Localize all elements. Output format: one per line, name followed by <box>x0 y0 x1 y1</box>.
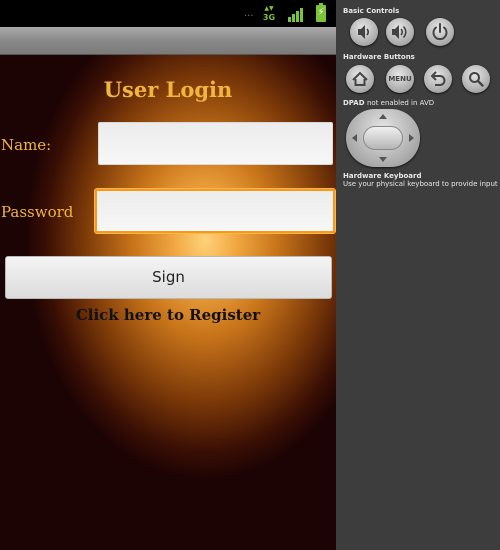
status-dots: ... <box>244 8 254 19</box>
menu-button[interactable]: MENU <box>386 65 414 93</box>
dpad-title: DPAD <box>343 99 365 107</box>
home-icon <box>352 71 368 86</box>
signal-strength-icon <box>286 6 306 22</box>
dpad-control[interactable] <box>346 109 420 167</box>
register-link[interactable]: Click here to Register <box>0 306 336 324</box>
password-label: Password <box>1 203 74 221</box>
emulator-controls-panel: Basic Controls Hardware Buttons MENU DPA… <box>336 0 500 550</box>
name-label: Name: <box>1 136 52 154</box>
volume-down-button[interactable] <box>350 18 378 46</box>
dpad-heading: DPAD not enabled in AVD <box>343 99 434 107</box>
login-screen: User Login Name: Password Sign Click her… <box>0 55 336 550</box>
power-icon <box>432 23 448 41</box>
3g-data-icon: ▲▼ 3G <box>262 5 276 23</box>
page-title: User Login <box>103 77 233 102</box>
phone-screen: ... ▲▼ 3G ⚡ User Login Name: Password Si… <box>0 0 336 550</box>
power-button[interactable] <box>426 18 454 46</box>
search-button[interactable] <box>462 65 490 93</box>
hardware-buttons-heading: Hardware Buttons <box>343 53 415 61</box>
sign-button[interactable]: Sign <box>5 256 332 299</box>
menu-icon: MENU <box>388 75 412 83</box>
basic-controls-heading: Basic Controls <box>343 7 400 15</box>
dpad-note: not enabled in AVD <box>366 99 435 107</box>
home-button[interactable] <box>346 65 374 93</box>
hardware-keyboard-heading: Hardware Keyboard <box>343 172 422 180</box>
status-bar: ... ▲▼ 3G ⚡ <box>0 0 336 27</box>
volume-up-button[interactable] <box>386 18 414 46</box>
back-button[interactable] <box>424 65 452 93</box>
volume-down-icon <box>358 25 370 39</box>
hardware-keyboard-note: Use your physical keyboard to provide in… <box>343 180 498 188</box>
dpad-center-button[interactable] <box>363 126 403 150</box>
volume-up-icon <box>392 25 407 39</box>
battery-charging-icon: ⚡ <box>316 3 326 22</box>
back-icon <box>430 71 446 86</box>
name-field[interactable] <box>98 122 333 165</box>
password-field[interactable] <box>95 189 335 233</box>
search-icon <box>469 72 484 87</box>
network-type-label: 3G <box>262 13 276 22</box>
app-title-bar <box>0 27 336 55</box>
